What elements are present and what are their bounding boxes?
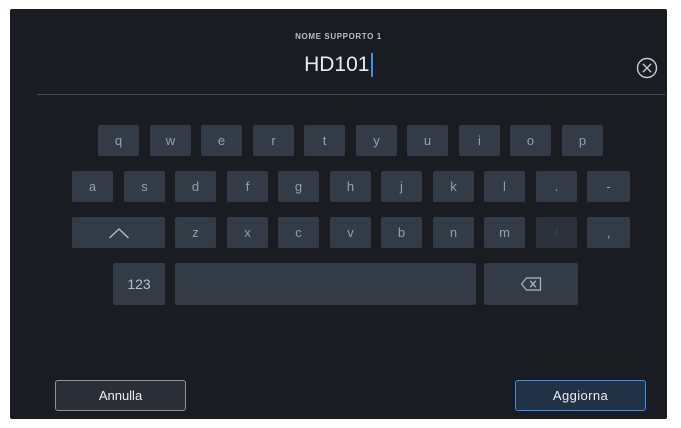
numbers-key[interactable]: 123 [113,263,165,305]
key-q[interactable]: q [98,125,139,156]
key-p[interactable]: p [562,125,603,156]
key-d[interactable]: d [175,171,216,202]
backspace-key[interactable] [484,263,578,305]
field-value: HD101 [304,53,370,76]
key-f[interactable]: f [227,171,268,202]
update-button[interactable]: Aggiorna [515,380,646,411]
shift-key[interactable] [72,217,165,248]
text-field[interactable]: HD101 [10,53,667,77]
key-t[interactable]: t [304,125,345,156]
key-slash[interactable]: / [536,217,577,248]
clear-button[interactable] [636,57,658,79]
space-key[interactable] [175,263,476,305]
key-comma[interactable]: , [587,217,630,248]
key-l[interactable]: l [484,171,525,202]
key-m[interactable]: m [484,217,525,248]
cancel-button[interactable]: Annulla [55,380,186,411]
keyboard-screen: NOME SUPPORTO 1 HD101 q w e r t y u i o … [10,9,667,419]
key-r[interactable]: r [253,125,294,156]
key-period[interactable]: . [536,171,577,202]
key-n[interactable]: n [433,217,474,248]
key-v[interactable]: v [330,217,371,248]
key-j[interactable]: j [381,171,422,202]
key-b[interactable]: b [381,217,422,248]
key-g[interactable]: g [278,171,319,202]
key-w[interactable]: w [150,125,191,156]
key-u[interactable]: u [407,125,448,156]
key-y[interactable]: y [356,125,397,156]
circle-x-icon [636,57,658,79]
field-caption: NOME SUPPORTO 1 [295,32,382,41]
key-a[interactable]: a [72,171,113,202]
key-o[interactable]: o [510,125,551,156]
key-x[interactable]: x [227,217,268,248]
backspace-icon [520,277,542,291]
key-s[interactable]: s [124,171,165,202]
key-c[interactable]: c [278,217,319,248]
key-z[interactable]: z [175,217,216,248]
key-k[interactable]: k [433,171,474,202]
key-h[interactable]: h [330,171,371,202]
divider [37,94,665,95]
key-hyphen[interactable]: - [587,171,630,202]
chevron-up-icon [108,227,129,238]
text-cursor [371,53,373,77]
key-e[interactable]: e [201,125,242,156]
key-i[interactable]: i [459,125,500,156]
